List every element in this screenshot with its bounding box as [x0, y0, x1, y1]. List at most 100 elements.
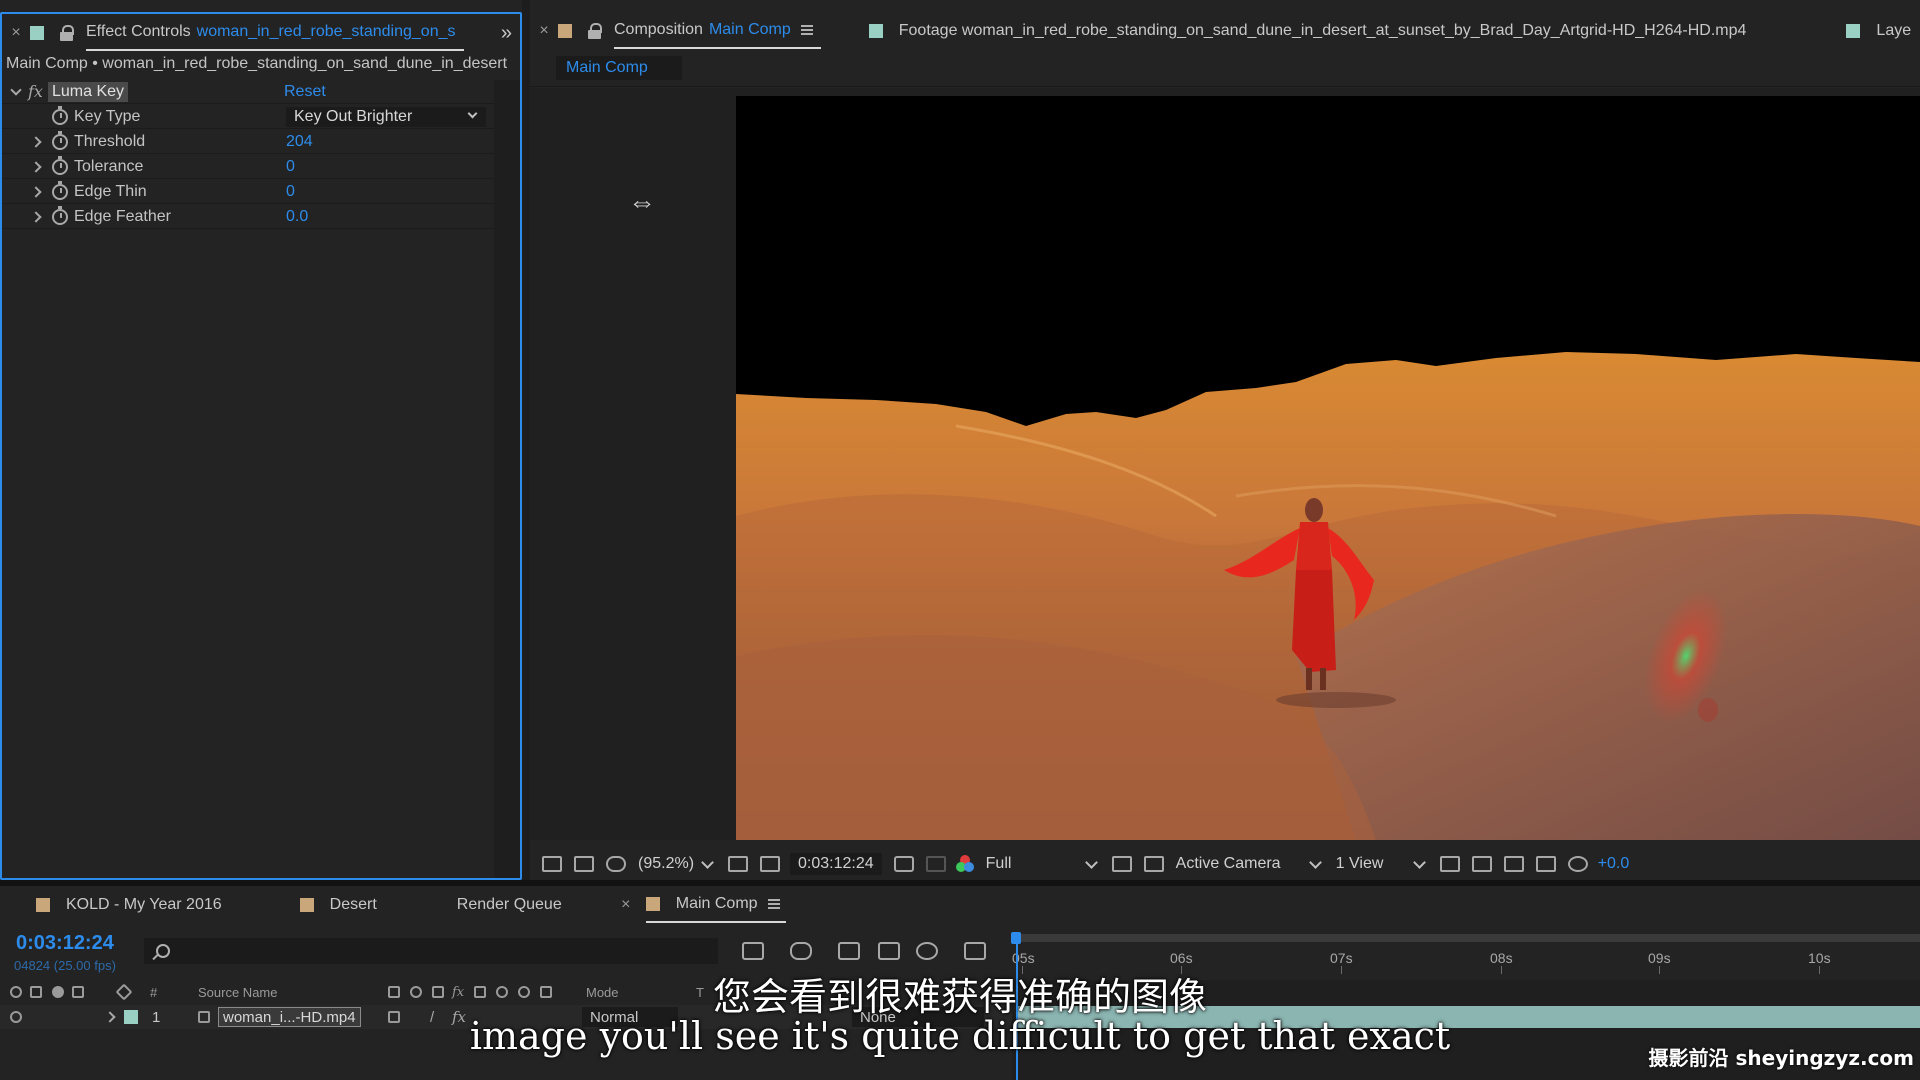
stopwatch-icon[interactable]	[52, 205, 68, 225]
threshold-value[interactable]: 204	[286, 133, 313, 151]
twirl-right-icon[interactable]	[30, 211, 42, 223]
view-layout-dropdown[interactable]: 1 View	[1336, 855, 1428, 873]
twirl-right-icon[interactable]	[30, 161, 42, 173]
resize-cursor-icon: ⇔	[628, 186, 656, 217]
mask-visibility-icon[interactable]	[606, 856, 626, 872]
region-of-interest-icon[interactable]	[1111, 856, 1132, 872]
tolerance-value[interactable]: 0	[286, 158, 295, 176]
current-time-display[interactable]: 0:03:12:24	[790, 853, 882, 875]
graph-editor-icon[interactable]	[964, 942, 986, 960]
exposure-value[interactable]: +0.0	[1598, 855, 1630, 873]
property-row-threshold: Threshold 204	[2, 130, 494, 154]
ruler-label: 07s	[1330, 950, 1353, 966]
monitor-icon[interactable]	[574, 856, 594, 872]
tab-main-comp[interactable]: Main Comp	[645, 887, 786, 923]
close-icon[interactable]: ×	[612, 896, 640, 914]
tab-footage[interactable]: Footage woman_in_red_robe_standing_on_sa…	[868, 22, 1746, 40]
resolution-dropdown[interactable]: Full	[986, 855, 1100, 873]
tab-layer-label: Laye	[1876, 22, 1912, 39]
desert-footage-image	[736, 96, 1920, 840]
viewer-toolbar: (95.2%) 0:03:12:24 Full Active Camera 1 …	[530, 848, 1920, 880]
tab-effect-controls-layer[interactable]: woman_in_red_robe_standing_on_s	[197, 23, 456, 41]
grid-guides-icon[interactable]	[728, 856, 749, 872]
edge-feather-value[interactable]: 0.0	[286, 208, 308, 226]
reset-link[interactable]: Reset	[284, 83, 326, 101]
property-row-edge-thin: Edge Thin 0	[2, 180, 494, 204]
always-preview-icon[interactable]	[542, 856, 562, 872]
edge-thin-value[interactable]: 0	[286, 183, 295, 201]
chevron-right-double-icon[interactable]: »	[501, 22, 512, 45]
reset-exposure-icon[interactable]	[1567, 856, 1588, 872]
effect-header-row[interactable]: fx Luma Key Reset	[2, 80, 494, 104]
subtitle-chinese: 您会看到很难获得准确的图像	[712, 975, 1207, 1019]
lock-icon[interactable]	[60, 25, 74, 41]
tab-desert[interactable]: Desert	[299, 896, 377, 914]
twirl-down-icon[interactable]	[10, 86, 22, 98]
effect-name[interactable]: Luma Key	[48, 81, 129, 102]
stopwatch-icon[interactable]	[52, 180, 68, 200]
effect-controls-tabbar: × Effect Controls woman_in_red_robe_stan…	[2, 14, 520, 52]
stopwatch-icon[interactable]	[52, 155, 68, 175]
comp-breadcrumb[interactable]: Main Comp	[556, 56, 682, 80]
close-icon[interactable]: ×	[2, 24, 30, 42]
motion-blur-icon[interactable]	[916, 942, 938, 960]
twirl-right-icon[interactable]	[30, 136, 42, 148]
ruler-label: 06s	[1170, 950, 1193, 966]
show-snapshot-icon[interactable]	[925, 856, 946, 872]
transparency-grid-icon[interactable]	[760, 856, 781, 872]
key-type-dropdown[interactable]: Key Out Brighter	[286, 107, 486, 127]
divider	[530, 86, 1920, 87]
effect-controls-scrollbar[interactable]	[494, 80, 520, 878]
label-color-swatch	[868, 24, 883, 38]
transparency-icon[interactable]	[1143, 856, 1164, 872]
tab-main-comp-label: Main Comp	[675, 895, 758, 912]
tab-kold-label: KOLD - My Year 2016	[66, 896, 222, 913]
ruler-label: 09s	[1648, 950, 1671, 966]
tab-render-queue-label: Render Queue	[456, 896, 562, 913]
composition-frame[interactable]	[736, 96, 1920, 840]
twirl-right-icon[interactable]	[30, 186, 42, 198]
camera-icon[interactable]	[893, 856, 914, 872]
lock-icon[interactable]	[588, 23, 602, 39]
timeline-icon[interactable]	[1503, 856, 1524, 872]
color-channels-icon[interactable]	[955, 855, 974, 873]
tab-effect-controls[interactable]: Effect Controls woman_in_red_robe_standi…	[86, 15, 464, 51]
ruler-label: 10s	[1808, 950, 1831, 966]
flowchart-icon[interactable]	[1535, 856, 1556, 872]
tab-composition-prefix: Composition	[614, 21, 703, 38]
tab-render-queue[interactable]: Render Queue	[457, 896, 562, 914]
tab-layer[interactable]: Laye	[1846, 22, 1911, 40]
comp-mini-flowchart-icon[interactable]	[742, 942, 764, 960]
panel-menu-icon[interactable]	[800, 25, 813, 35]
composition-tabbar: × Composition Main Comp Footage woman_in…	[530, 12, 1920, 50]
timeline-search-input[interactable]	[144, 938, 718, 964]
stopwatch-icon[interactable]	[52, 130, 68, 150]
property-label: Threshold	[74, 132, 146, 150]
panel-menu-icon[interactable]	[767, 899, 780, 909]
timeline-tabbar: KOLD - My Year 2016 Desert Render Queue …	[0, 886, 1920, 924]
property-label: Tolerance	[74, 157, 144, 175]
fast-previews-icon[interactable]	[1471, 856, 1492, 872]
tab-desert-label: Desert	[329, 896, 377, 913]
property-label: Edge Thin	[74, 182, 147, 200]
hide-shy-layers-icon[interactable]	[838, 942, 860, 960]
stopwatch-icon[interactable]	[52, 105, 68, 125]
tab-kold[interactable]: KOLD - My Year 2016	[36, 896, 222, 914]
tab-effect-controls-label: Effect Controls	[86, 23, 191, 40]
work-area-bar[interactable]	[1012, 934, 1920, 942]
frame-blending-icon[interactable]	[878, 942, 900, 960]
composition-viewer[interactable]	[530, 88, 1920, 840]
property-row-tolerance: Tolerance 0	[2, 155, 494, 179]
effect-controls-subtitle: Main Comp • woman_in_red_robe_standing_o…	[6, 55, 508, 72]
close-icon[interactable]: ×	[530, 22, 558, 40]
zoom-dropdown[interactable]: (95.2%)	[638, 855, 716, 873]
draft-3d-icon[interactable]	[790, 942, 812, 960]
playhead-handle[interactable]	[1011, 932, 1021, 944]
fx-toggle-icon[interactable]: fx	[28, 82, 43, 101]
toggle-pixel-aspect-icon[interactable]	[1439, 856, 1460, 872]
tab-composition[interactable]: Composition Main Comp	[614, 13, 821, 49]
property-label: Key Type	[74, 107, 141, 125]
effect-controls-body: fx Luma Key Reset Key Type Key Out Brigh…	[2, 80, 494, 878]
camera-view-dropdown[interactable]: Active Camera	[1176, 855, 1324, 873]
timeline-current-time[interactable]: 0:03:12:24	[16, 932, 114, 955]
